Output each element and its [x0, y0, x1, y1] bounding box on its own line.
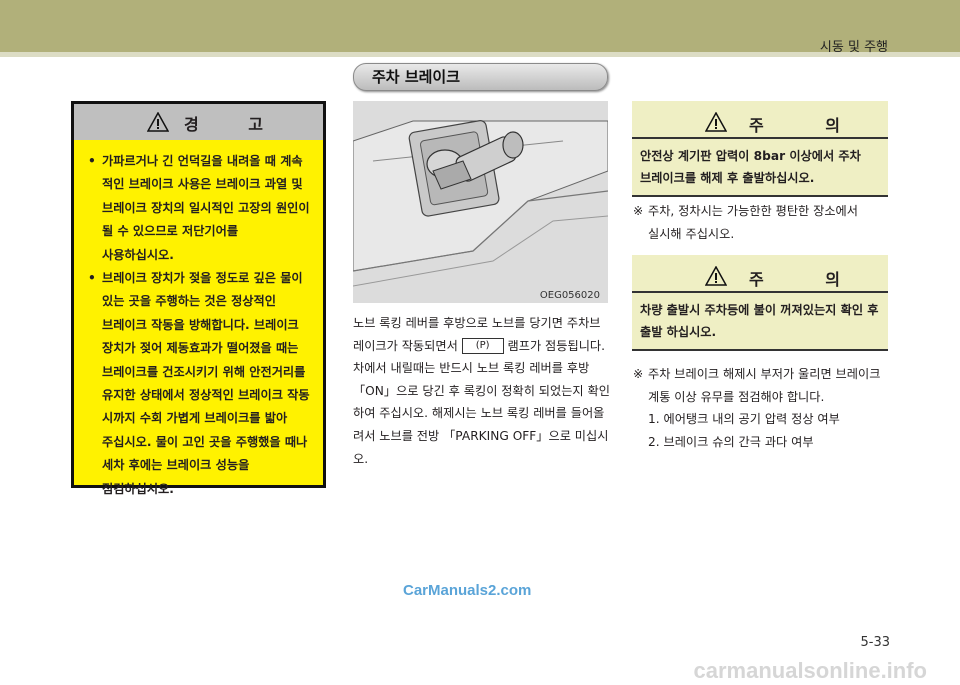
- caution-box-2: 주 의 차량 출발시 주차등에 불이 꺼져있는지 확인 후 출발 하십시오.: [632, 255, 888, 351]
- note-mark: ※: [633, 204, 644, 218]
- warning-box: 경 고 가파르거나 긴 언덕길을 내려올 때 계속 적인 브레이크 사용은 브레…: [71, 101, 326, 496]
- parking-lamp-icon: (P): [461, 338, 504, 355]
- watermark-link[interactable]: CarManuals2.com: [403, 582, 531, 599]
- caution-text: 안전상 계기판 압력이 8bar 이상에서 주차 브레이크를 해제 후 출발하십…: [640, 149, 861, 185]
- note-text: 주차, 정차시는 가능한한 평탄한 장소에서 실시해 주십시오.: [648, 204, 858, 241]
- section-heading: 주차 브레이크: [353, 63, 608, 91]
- header-bar: [0, 0, 960, 52]
- caution-title: 주 의: [749, 116, 869, 135]
- chapter-title: 시동 및 주행: [819, 40, 888, 55]
- note-text: 주차 브레이크 해제시 부저가 울리면 브레이크 계통 이상 유무를 점검해야 …: [648, 367, 881, 404]
- note-1: ※ 주차, 정차시는 가능한한 평탄한 장소에서 실시해 주십시오.: [633, 200, 891, 245]
- warning-title: 경 고: [184, 115, 286, 134]
- caution-title: 주 의: [749, 270, 869, 289]
- note-2: ※ 주차 브레이크 해제시 부저가 울리면 브레이크 계통 이상 유무를 점검해…: [633, 363, 891, 453]
- warning-triangle-icon: [705, 112, 727, 132]
- warning-triangle-icon: [147, 112, 169, 132]
- page-number: 5-33: [860, 635, 890, 650]
- note-item: 1. 에어탱크 내의 공기 압력 정상 여부: [648, 412, 840, 426]
- caution-header: 주 의: [632, 101, 888, 139]
- warning-header: 경 고: [74, 104, 323, 140]
- note-item: 2. 브레이크 슈의 간극 과다 여부: [648, 434, 814, 449]
- section-title: 주차 브레이크: [372, 68, 461, 86]
- parking-brake-illustration: [353, 101, 608, 303]
- body-paragraph: 노브 록킹 레버를 후방으로 노브를 당기면 주차브레이크가 작동되면서 (P)…: [353, 312, 611, 470]
- parking-brake-figure: OEG056020: [353, 101, 608, 303]
- caution-text: 차량 출발시 주차등에 불이 꺼져있는지 확인 후 출발 하십시오.: [640, 303, 879, 339]
- caution-box-1: 주 의 안전상 계기판 압력이 8bar 이상에서 주차 브레이크를 해제 후 …: [632, 101, 888, 197]
- body-text-part2: 램프가 점등됩니다. 차에서 내릴때는 반드시 노브 록킹 레버를 후방 「ON…: [353, 338, 610, 466]
- footer-bar: carmanualsonline.info: [0, 658, 960, 685]
- note-mark: ※: [633, 367, 644, 381]
- caution-header: 주 의: [632, 255, 888, 293]
- footer-watermark: carmanualsonline.info: [693, 658, 928, 683]
- figure-code: OEG056020: [539, 290, 600, 301]
- warning-item: 가파르거나 긴 언덕길을 내려올 때 계속 적인 브레이크 사용은 브레이크 과…: [88, 150, 311, 267]
- warning-list: 가파르거나 긴 언덕길을 내려올 때 계속 적인 브레이크 사용은 브레이크 과…: [74, 140, 323, 501]
- warning-triangle-icon: [705, 266, 727, 286]
- header-divider: [0, 52, 960, 57]
- warning-item: 브레이크 장치가 젖을 정도로 깊은 물이 있는 곳을 주행하는 것은 정상적인…: [88, 267, 311, 501]
